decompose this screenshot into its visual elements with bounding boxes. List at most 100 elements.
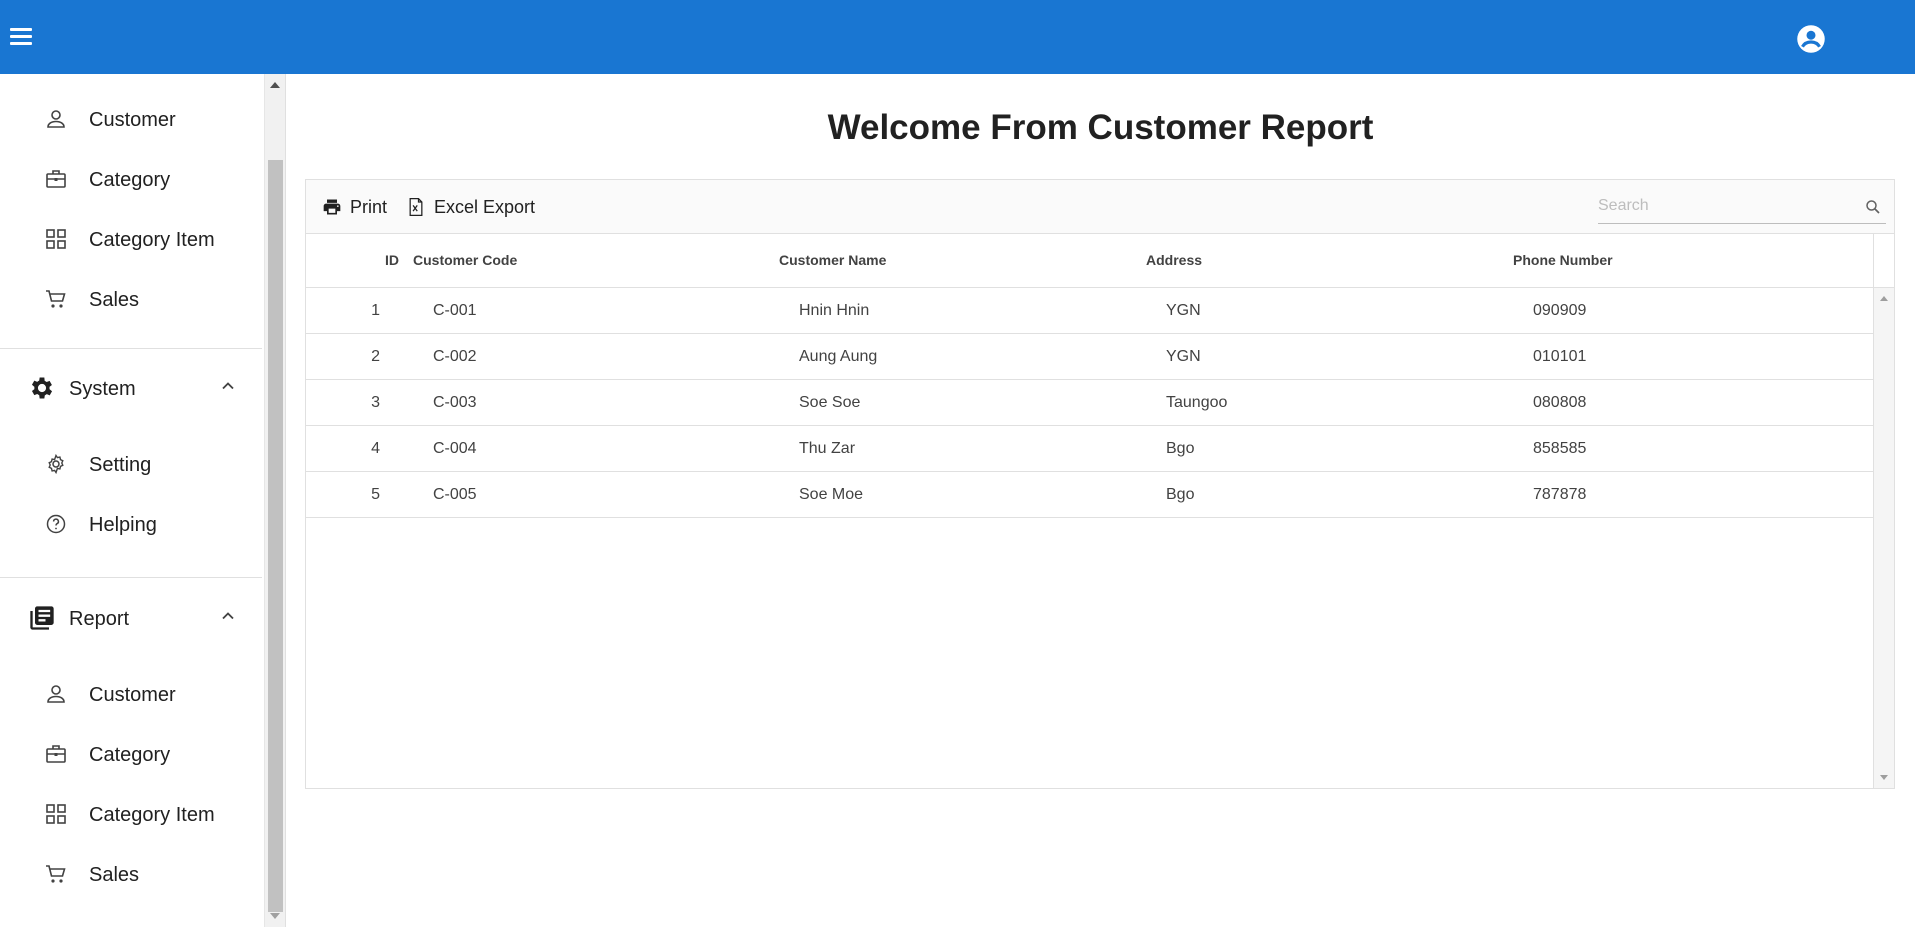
cell-customer-name: Soe Soe [799,394,861,411]
chevron-up-icon [222,612,234,620]
sidebar-item-label: Category Item [89,804,215,826]
header-spacer [1873,234,1894,288]
sidebar-item-label: Category [89,744,171,766]
sidebar: Customer Category Category Item Sales Sy… [0,74,286,927]
sidebar-item-sales[interactable]: Sales [0,275,262,323]
cell-customer-name: Soe Moe [799,486,864,503]
table-row[interactable]: 3 C-003 Soe Soe Taungoo 080808 [306,380,1873,426]
sidebar-item-category-item[interactable]: Category Item [0,215,262,263]
cell-address: Bgo [1166,440,1195,457]
sidebar-group-label: Report [69,608,130,630]
table-body: 1 C-001 Hnin Hnin YGN 090909 2 C-002 Aun… [306,288,1873,788]
print-button[interactable]: Print [322,195,387,219]
sidebar-item-setting[interactable]: Setting [0,440,262,488]
sidebar-group-report[interactable]: Report [0,590,262,646]
briefcase-icon [46,170,66,188]
cell-id: 4 [371,440,380,457]
sidebar-item-label: Category [89,169,171,191]
app-bar [0,0,1915,74]
cell-customer-code: C-001 [433,302,477,319]
cell-customer-code: C-002 [433,348,477,365]
cart-icon [46,865,66,883]
sidebar-item-label: Helping [89,514,157,536]
column-header-address[interactable]: Address [1146,252,1202,268]
cell-phone-number: 090909 [1533,302,1587,319]
grid-icon [46,229,66,249]
sidebar-item-report-category[interactable]: Category [0,730,262,778]
cell-phone-number: 787878 [1533,486,1587,503]
column-header-customer-name[interactable]: Customer Name [779,252,886,268]
scroll-up-arrow[interactable] [1880,296,1888,301]
scroll-down-arrow[interactable] [270,913,280,919]
printer-icon [323,199,341,215]
help-circle-icon [46,514,66,534]
column-header-phone-number[interactable]: Phone Number [1513,252,1613,268]
sidebar-item-label: Sales [89,289,140,311]
cell-phone-number: 080808 [1533,394,1587,411]
cell-address: Bgo [1166,486,1195,503]
cell-customer-name: Aung Aung [799,348,878,365]
customer-grid: Print Excel Export ID Customer Code Cust… [305,179,1895,789]
search-icon[interactable] [1864,198,1882,216]
cell-address: Taungoo [1166,394,1228,411]
cell-phone-number: 858585 [1533,440,1587,457]
sidebar-item-label: Setting [89,454,152,476]
column-header-id[interactable]: ID [385,252,399,268]
sidebar-item-report-customer[interactable]: Customer [0,670,262,718]
page-title: Welcome From Customer Report [827,108,1374,147]
sidebar-item-category[interactable]: Category [0,155,262,203]
search-box [1598,190,1886,224]
sidebar-item-report-category-item[interactable]: Category Item [0,790,262,838]
excel-icon [409,198,423,216]
table-row[interactable]: 2 C-002 Aung Aung YGN 010101 [306,334,1873,380]
divider [0,348,262,349]
scroll-down-arrow[interactable] [1880,775,1888,780]
divider [0,577,262,578]
gear-outline-icon [48,453,64,475]
person-icon [47,110,65,128]
cell-id: 3 [371,394,380,411]
table-row[interactable]: 5 C-005 Soe Moe Bgo 787878 [306,472,1873,518]
sidebar-scrollbar[interactable] [264,74,285,927]
cell-phone-number: 010101 [1533,348,1587,365]
sidebar-item-label: Sales [89,864,140,886]
excel-export-label: Excel Export [434,196,536,217]
table-row[interactable]: 1 C-001 Hnin Hnin YGN 090909 [306,288,1873,334]
person-icon [47,685,65,703]
column-header-customer-code[interactable]: Customer Code [413,252,517,268]
cell-id: 2 [371,348,380,365]
print-label: Print [350,196,388,217]
briefcase-icon [46,745,66,763]
cell-customer-code: C-005 [433,486,477,503]
cell-address: YGN [1166,348,1201,365]
cart-icon [46,290,66,308]
cell-customer-name: Hnin Hnin [799,302,870,319]
sidebar-item-helping[interactable]: Helping [0,500,262,548]
scroll-thumb[interactable] [268,160,283,912]
cell-customer-code: C-003 [433,394,477,411]
grid-icon [46,804,66,824]
gear-icon [31,377,53,399]
sidebar-item-customer[interactable]: Customer [0,95,262,143]
sidebar-item-label: Customer [89,684,176,706]
table-row[interactable]: 4 C-004 Thu Zar Bgo 858585 [306,426,1873,472]
sidebar-item-label: Customer [89,109,176,131]
sidebar-group-label: System [69,378,136,400]
sidebar-group-system[interactable]: System [0,360,262,416]
sidebar-item-label: Category Item [89,229,215,251]
cell-address: YGN [1166,302,1201,319]
excel-export-button[interactable]: Excel Export [406,195,535,219]
cell-id: 5 [371,486,380,503]
chevron-up-icon [222,382,234,390]
cell-id: 1 [371,302,380,319]
menu-icon[interactable] [6,22,36,52]
grid-toolbar: Print Excel Export [306,180,1894,234]
report-icon [30,606,54,630]
sidebar-item-report-sales[interactable]: Sales [0,850,262,898]
cell-customer-name: Thu Zar [799,440,856,457]
search-input[interactable] [1598,194,1853,218]
table-header: ID Customer Code Customer Name Address P… [306,234,1873,288]
scroll-up-arrow[interactable] [270,82,280,88]
grid-scrollbar[interactable] [1873,288,1894,788]
account-circle-icon[interactable] [1796,24,1826,54]
